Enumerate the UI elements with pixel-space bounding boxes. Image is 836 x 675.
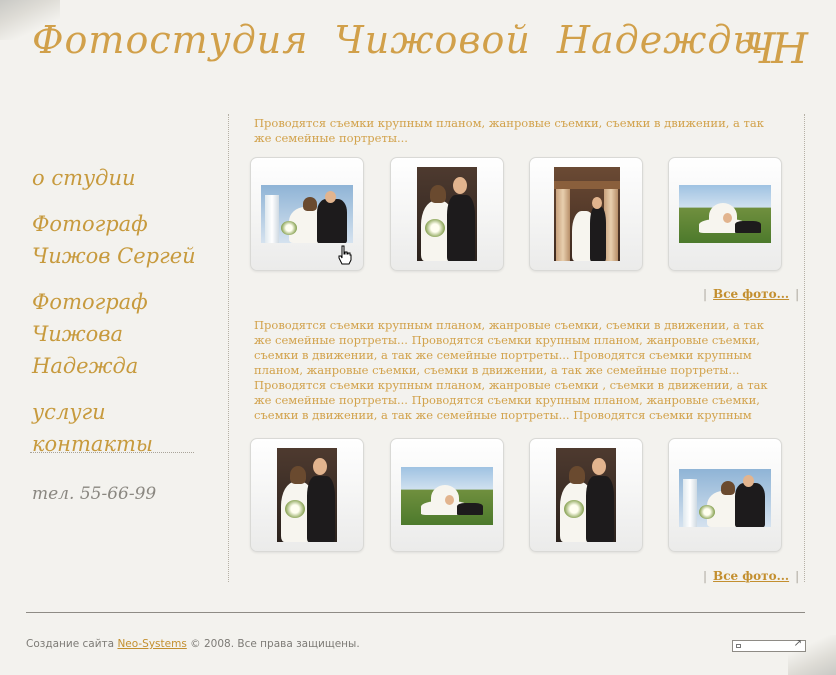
separator: | [703, 287, 708, 301]
nav-about[interactable]: о студии [32, 162, 222, 194]
content-border-left [228, 114, 229, 582]
hand-cursor-icon [338, 245, 352, 265]
photo-thumbnail[interactable] [529, 438, 643, 552]
photo-image [556, 448, 616, 542]
photo-thumbnail[interactable] [668, 438, 782, 552]
photo-thumbnail[interactable] [529, 157, 643, 271]
all-photos-link-row: | Все фото... | [703, 569, 799, 583]
nav-divider [30, 452, 194, 453]
arrow-icon: ↗ [793, 638, 802, 649]
all-photos-link-row: | Все фото... | [703, 287, 799, 301]
all-photos-link[interactable]: Все фото... [713, 287, 789, 301]
footer-prefix: Создание сайта [26, 638, 115, 650]
phone-number: тел. 55-66-99 [32, 484, 157, 504]
footer-divider [26, 612, 805, 613]
separator: | [703, 569, 708, 583]
nav-label: Фотограф [32, 290, 148, 314]
site-title: Фотостудия Чижовой Надежды [32, 18, 790, 62]
nav-photographer-nadezhda[interactable]: Фотограф Чижова Надежда [32, 286, 222, 382]
photo-image [261, 185, 353, 243]
photo-thumbnail[interactable] [668, 157, 782, 271]
nav-contacts[interactable]: контакты [32, 428, 222, 460]
title-word: Фотостудия [32, 18, 309, 62]
monogram-logo: ЧН [742, 24, 808, 73]
nav-label: Чижов Сергей [32, 244, 196, 268]
photo-image [554, 167, 620, 261]
gallery-intro-text: Проводятся съемки крупным планом, жанров… [254, 318, 768, 422]
footer-counter-badge[interactable]: ↗ [732, 638, 806, 652]
title-word: Надежды [556, 18, 765, 62]
photo-image [401, 467, 493, 525]
square-icon [736, 644, 741, 648]
photo-image [417, 167, 477, 261]
separator: | [795, 287, 800, 301]
gallery-intro-text: Проводятся съемки крупным планом, жанров… [254, 116, 764, 145]
photo-thumbnail[interactable] [390, 157, 504, 271]
photo-image [277, 448, 337, 542]
photo-image [679, 185, 771, 243]
photo-thumbnail[interactable] [250, 438, 364, 552]
all-photos-link[interactable]: Все фото... [713, 569, 789, 583]
separator: | [795, 569, 800, 583]
photo-thumbnail[interactable] [390, 438, 504, 552]
nav-label: Чижова Надежда [32, 322, 139, 378]
nav-label: Фотограф [32, 212, 148, 236]
developer-link[interactable]: Neo-Systems [117, 638, 186, 650]
nav-photographer-sergey[interactable]: Фотограф Чижов Сергей [32, 208, 222, 272]
footer-copyright: Создание сайта Neo-Systems © 2008. Все п… [26, 638, 360, 650]
nav-services[interactable]: услуги [32, 396, 222, 428]
photo-image [679, 469, 771, 527]
main-nav: о студии Фотограф Чижов Сергей Фотограф … [32, 162, 222, 460]
content-border-right [804, 114, 805, 582]
footer-suffix: © 2008. Все права защищены. [190, 638, 360, 650]
title-word: Чижовой [334, 18, 531, 62]
